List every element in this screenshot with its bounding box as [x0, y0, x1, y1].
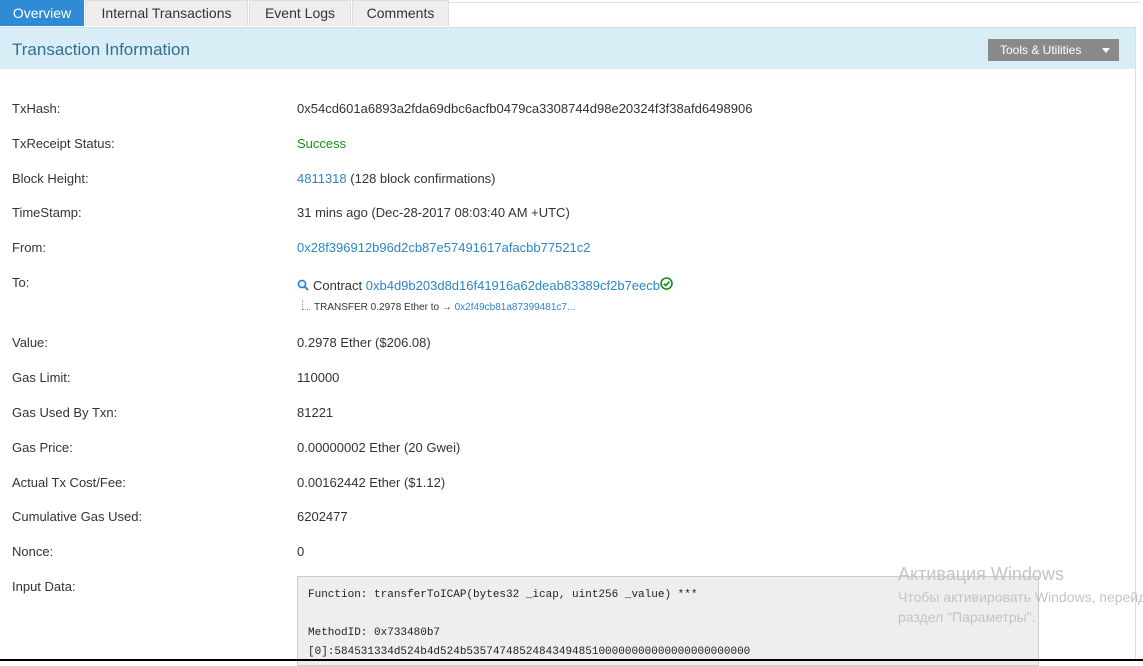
search-icon [297, 279, 309, 291]
block-height-row: 4811318 (128 block confirmations) [297, 171, 496, 186]
timestamp-value: 31 mins ago (Dec-28-2017 08:03:40 AM +UT… [297, 205, 570, 220]
transfer-target-link[interactable]: 0x2f49cb81a87399481c7... [455, 302, 576, 313]
txhash-value: 0x54cd601a6893a2fda69dbc6acfb0479ca33087… [297, 101, 753, 116]
panel-border [1135, 27, 1136, 661]
tools-utilities-label: Tools & Utilities [1000, 43, 1082, 57]
arrow-right-icon: → [441, 302, 452, 313]
windows-activation-text-2: раздел "Параметры". [898, 609, 1036, 625]
gas-price-value: 0.00000002 Ether (20 Gwei) [297, 440, 461, 455]
cumulative-gas-label: Cumulative Gas Used: [12, 509, 143, 524]
tab-bar-divider [449, 2, 1139, 3]
tab-comments[interactable]: Comments [352, 0, 449, 26]
status-value: Success [297, 136, 347, 151]
contract-prefix: Contract [313, 278, 363, 293]
actual-cost-label: Actual Tx Cost/Fee: [12, 475, 126, 490]
actual-cost-value: 0.00162442 Ether ($1.12) [297, 475, 446, 490]
cumulative-gas-value: 6202477 [297, 509, 348, 524]
value-value: 0.2978 Ether ($206.08) [297, 335, 431, 350]
gas-limit-value: 110000 [297, 370, 340, 385]
nonce-value: 0 [297, 544, 305, 559]
to-label: To: [12, 275, 30, 290]
nonce-label: Nonce: [12, 544, 54, 559]
gas-price-label: Gas Price: [12, 440, 73, 455]
to-row: Contract 0xb4d9b203d8d16f41916a62deab833… [313, 278, 660, 293]
value-label: Value: [12, 335, 48, 350]
from-address-link[interactable]: 0x28f396912b96d2cb87e57491617afacbb77521… [297, 240, 591, 255]
caret-down-icon [1102, 48, 1110, 53]
input-param-line: [0]:584531334d524b4d524b5357474852484349… [308, 646, 751, 658]
block-height-link[interactable]: 4811318 [297, 171, 347, 186]
status-label: TxReceipt Status: [12, 136, 115, 151]
gas-used-label: Gas Used By Txn: [12, 405, 118, 420]
gas-limit-label: Gas Limit: [12, 370, 71, 385]
windows-activation-title: Активация Windows [898, 564, 1064, 584]
tab-bar: Overview Internal Transactions Event Log… [0, 0, 1143, 26]
windows-activation-text: Чтобы активировать Windows, перейдите в [898, 589, 1143, 605]
gas-used-value: 81221 [297, 405, 334, 420]
tab-internal-transactions[interactable]: Internal Transactions [85, 0, 248, 26]
tools-utilities-button[interactable]: Tools & Utilities [988, 39, 1119, 61]
tree-connector [302, 300, 303, 309]
block-height-label: Block Height: [12, 171, 89, 186]
check-circle-icon [660, 277, 673, 290]
block-confirmations: (128 block confirmations) [350, 171, 496, 186]
input-data-label: Input Data: [12, 579, 76, 594]
tree-connector-h [302, 309, 310, 310]
tab-overview[interactable]: Overview [0, 0, 84, 26]
page-title: Transaction Information [12, 40, 190, 59]
input-function-line: Function: transferToICAP(bytes32 _icap, … [308, 589, 698, 601]
transaction-info-header: Transaction Information Tools & Utilitie… [0, 27, 1135, 70]
txhash-label: TxHash: [12, 101, 61, 116]
from-label: From: [12, 240, 46, 255]
tab-event-logs[interactable]: Event Logs [249, 0, 351, 26]
to-contract-link[interactable]: 0xb4d9b203d8d16f41916a62deab83389cf2b7ee… [366, 278, 660, 293]
timestamp-label: TimeStamp: [12, 205, 82, 220]
transfer-line: TRANSFER 0.2978 Ether to → 0x2f49cb81a87… [314, 302, 575, 313]
input-method-line: MethodID: 0x733480b7 [308, 627, 441, 639]
transfer-text: TRANSFER 0.2978 Ether to [314, 302, 440, 313]
